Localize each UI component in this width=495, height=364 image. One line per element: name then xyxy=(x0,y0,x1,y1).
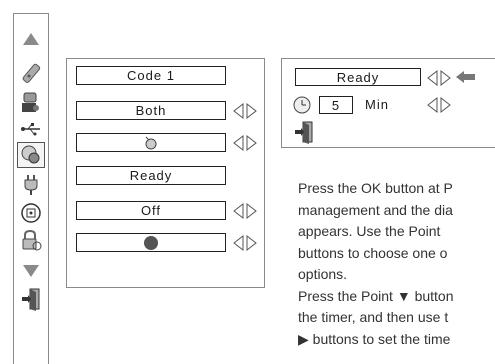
plug-icon[interactable] xyxy=(17,172,45,198)
left-right-arrow-icon[interactable] xyxy=(427,97,451,113)
instruction-line: Press the OK button at P xyxy=(298,180,453,196)
back-arrow-icon[interactable] xyxy=(455,70,477,84)
both-field[interactable]: Both xyxy=(76,101,226,120)
remote-icon[interactable] xyxy=(17,60,45,86)
mouse-icon xyxy=(145,136,157,149)
down-arrow-icon[interactable] xyxy=(17,258,45,284)
code-field[interactable]: Code 1 xyxy=(76,66,226,85)
left-right-arrow-icon[interactable] xyxy=(233,203,257,219)
lock-icon[interactable] xyxy=(17,228,45,254)
projector-icon[interactable] xyxy=(17,90,45,116)
left-right-arrow-icon[interactable] xyxy=(233,135,257,151)
instruction-line: Press the Point ▼ button xyxy=(298,287,454,304)
clock-icon xyxy=(293,96,311,114)
exit-icon[interactable] xyxy=(293,120,315,144)
instruction-text: Press the OK button at P management and … xyxy=(298,178,495,350)
mouse-field[interactable] xyxy=(76,133,226,152)
off-field[interactable]: Off xyxy=(76,201,226,220)
instruction-line: ▶ buttons to set the time xyxy=(298,330,451,347)
left-right-arrow-icon[interactable] xyxy=(427,70,451,86)
usb-icon[interactable] xyxy=(17,116,45,142)
power-management-icon[interactable] xyxy=(17,142,45,168)
up-arrow-icon[interactable] xyxy=(17,26,45,52)
instruction-line: management and the dia xyxy=(298,201,453,218)
circle-icon xyxy=(144,235,158,250)
timer-submenu-panel: Ready 5 Min xyxy=(281,58,495,148)
exit-icon[interactable] xyxy=(17,286,45,312)
circle-field[interactable] xyxy=(76,233,226,252)
ready-field[interactable]: Ready xyxy=(76,166,226,185)
left-right-arrow-icon[interactable] xyxy=(233,103,257,119)
keypad-icon[interactable] xyxy=(17,200,45,226)
timer-unit-label: Min xyxy=(365,97,389,112)
instruction-line: the timer, and then use t xyxy=(298,309,449,325)
instruction-line: buttons to choose one o xyxy=(298,244,448,261)
status-field[interactable]: Ready xyxy=(295,68,421,86)
power-management-panel: Code 1 Both Ready Off xyxy=(66,58,265,288)
timer-value-field[interactable]: 5 xyxy=(319,96,353,114)
main-menu-sidebar xyxy=(13,13,49,364)
left-right-arrow-icon[interactable] xyxy=(233,235,257,251)
instruction-line: appears. Use the Point xyxy=(298,223,441,239)
instruction-line: options. xyxy=(298,266,348,282)
